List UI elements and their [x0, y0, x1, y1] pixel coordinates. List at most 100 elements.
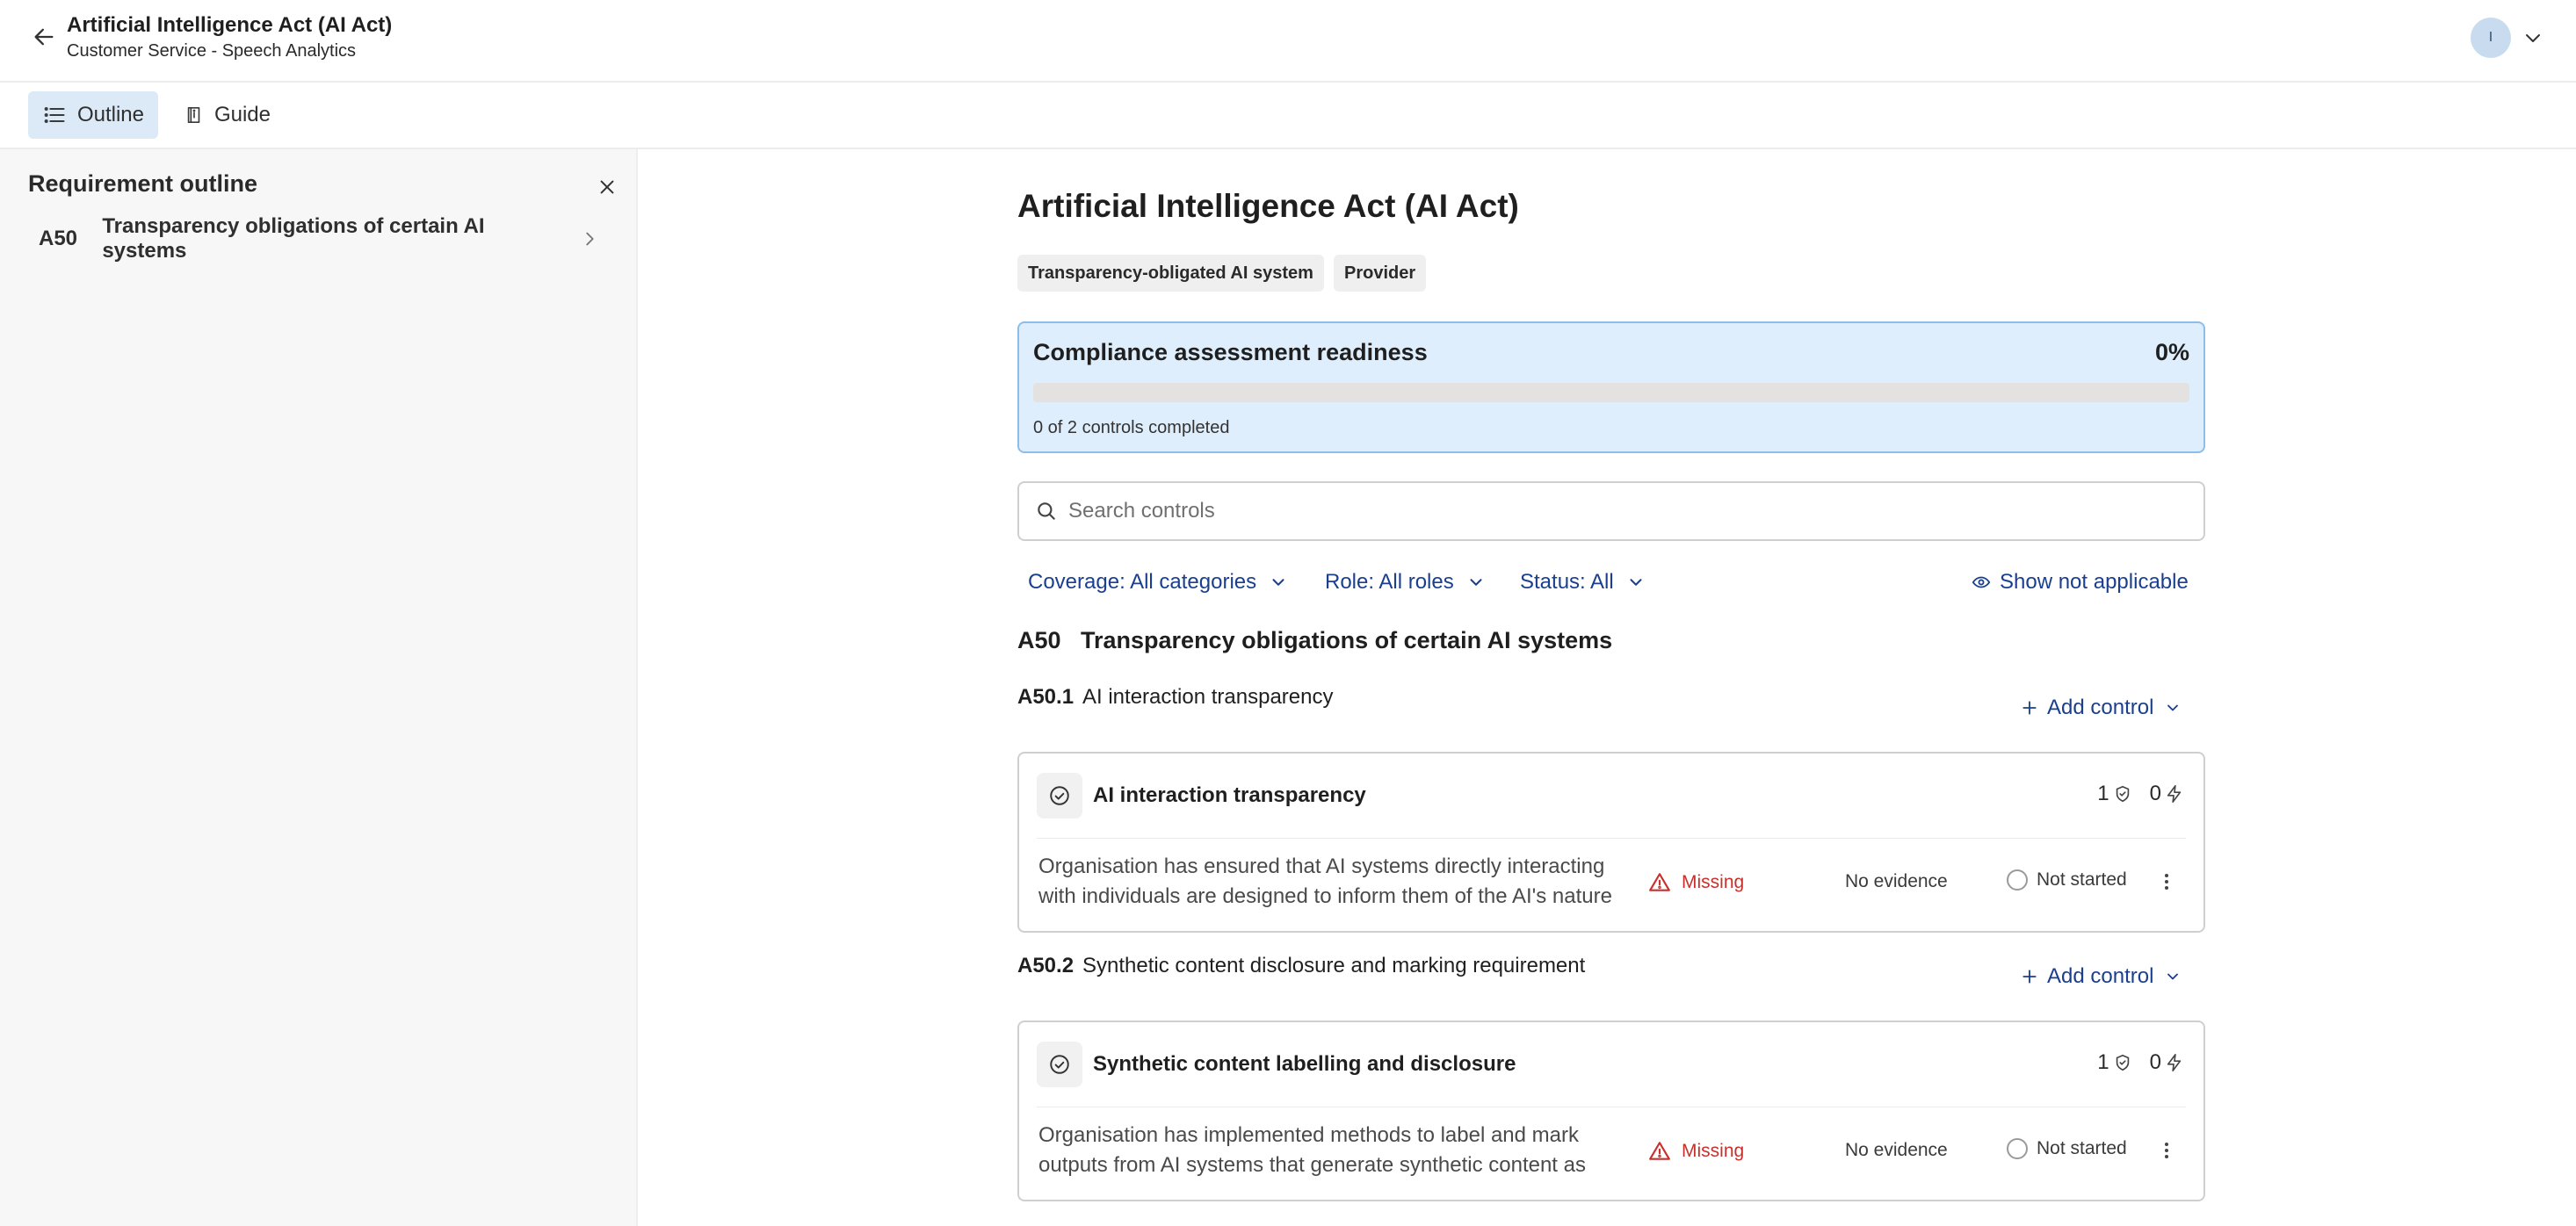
- warning-icon: [1649, 873, 1670, 891]
- control-title: AI interaction transparency: [1093, 783, 1366, 807]
- section-code: A50: [1017, 627, 1061, 653]
- add-control-button[interactable]: Add control: [2021, 690, 2182, 725]
- control-card[interactable]: AI interaction transparency 1 0 Organisa…: [1017, 752, 2205, 933]
- readiness-card: Compliance assessment readiness 0% 0 of …: [1017, 321, 2205, 453]
- add-control-button[interactable]: Add control: [2021, 959, 2182, 994]
- evidence-status: No evidence: [1845, 871, 1948, 891]
- status-filter[interactable]: Status: All: [1520, 562, 1646, 602]
- back-arrow-icon[interactable]: [26, 19, 62, 54]
- role-filter[interactable]: Role: All roles: [1325, 562, 1486, 602]
- eye-icon: [1972, 576, 1991, 588]
- control-stats: 1 0: [2080, 782, 2184, 806]
- show-not-applicable-toggle[interactable]: Show not applicable: [1972, 562, 2189, 602]
- control-description: Organisation has ensured that AI systems…: [1038, 855, 1612, 908]
- evidence-label: Missing: [1682, 872, 1745, 892]
- more-vertical-icon[interactable]: [2153, 864, 2181, 899]
- evidence-status: No evidence: [1845, 1140, 1948, 1160]
- actions-count: 0: [2150, 782, 2184, 806]
- count-a: 1: [2097, 1050, 2109, 1074]
- tab-guide[interactable]: Guide: [170, 91, 285, 139]
- tag-role: Provider: [1334, 255, 1427, 292]
- search-input[interactable]: [1068, 499, 2167, 523]
- actions-count: 0: [2150, 1050, 2184, 1075]
- sidebar-item-label: Transparency obligations of certain AI s…: [102, 214, 485, 263]
- chevron-down-icon: [1630, 579, 1642, 586]
- readiness-title: Compliance assessment readiness: [1033, 339, 1428, 365]
- lightning-icon: [2167, 1054, 2182, 1071]
- subsection-heading: A50.1 AI interaction transparency: [1017, 685, 1333, 710]
- count-a: 1: [2097, 782, 2109, 805]
- close-icon[interactable]: [592, 172, 622, 202]
- check-circle-icon[interactable]: [1037, 773, 1082, 819]
- chevron-down-icon: [2164, 968, 2182, 985]
- warning-icon: [1649, 1142, 1670, 1160]
- search-box: [1017, 481, 2205, 541]
- add-control-label: Add control: [2047, 964, 2154, 988]
- tag-ai-system-type: Transparency-obligated AI system: [1017, 255, 1324, 292]
- status-filter-label: Status: All: [1520, 570, 1614, 594]
- page-title: Artificial Intelligence Act (AI Act): [1017, 188, 1519, 224]
- readiness-progress-bar: [1033, 383, 2189, 402]
- avatar[interactable]: I: [2471, 18, 2511, 58]
- app-title: Artificial Intelligence Act (AI Act): [67, 13, 393, 37]
- subsection-title: AI interaction transparency: [1082, 685, 1334, 709]
- role-filter-label: Role: All roles: [1325, 570, 1454, 594]
- readiness-percent: 0%: [2154, 339, 2189, 365]
- count-b: 0: [2149, 1050, 2161, 1074]
- shield-check-icon: [2116, 785, 2129, 803]
- app-subtitle: Customer Service - Speech Analytics: [67, 41, 357, 61]
- chevron-down-icon: [1470, 579, 1482, 586]
- control-description: Organisation has implemented methods to …: [1038, 1123, 1586, 1177]
- subsection-title: Synthetic content disclosure and marking…: [1082, 954, 1586, 977]
- section-title: Transparency obligations of certain AI s…: [1081, 627, 1613, 653]
- status-label: Not started: [2037, 869, 2127, 890]
- tab-guide-label: Guide: [213, 103, 271, 126]
- requirement-outline-panel: Requirement outline A50 Transparency obl…: [0, 149, 638, 1226]
- title-block: Artificial Intelligence Act (AI Act) Cus…: [67, 12, 392, 63]
- sidebar-item-a50[interactable]: A50 Transparency obligations of certain …: [28, 214, 599, 263]
- show-not-applicable-label: Show not applicable: [2000, 570, 2189, 594]
- search-icon: [1038, 502, 1055, 520]
- shield-check-icon: [2116, 1054, 2129, 1071]
- linked-requirements-count: 1: [2097, 1050, 2131, 1075]
- status-circle-icon: [2007, 1138, 2028, 1159]
- status-badge[interactable]: Not started: [2007, 869, 2127, 891]
- control-stats: 1 0: [2080, 1050, 2184, 1075]
- lightning-icon: [2167, 785, 2182, 803]
- subsection-heading: A50.2 Synthetic content disclosure and m…: [1017, 954, 1585, 978]
- evidence-label: Missing: [1682, 1141, 1745, 1161]
- plus-icon: [2021, 699, 2038, 717]
- check-circle-icon[interactable]: [1037, 1042, 1082, 1087]
- evidence-badge: Missing: [1648, 1140, 1744, 1163]
- control-title: Synthetic content labelling and disclosu…: [1093, 1052, 1516, 1076]
- plus-icon: [2021, 968, 2038, 985]
- add-control-label: Add control: [2047, 696, 2154, 719]
- status-badge[interactable]: Not started: [2007, 1138, 2127, 1159]
- more-vertical-icon[interactable]: [2153, 1133, 2181, 1168]
- chevron-down-icon[interactable]: [2518, 23, 2548, 53]
- chevron-down-icon: [2164, 699, 2182, 717]
- chevron-right-icon: [580, 229, 599, 249]
- top-bar: Artificial Intelligence Act (AI Act) Cus…: [0, 0, 2576, 83]
- tab-outline[interactable]: Outline: [28, 91, 158, 139]
- book-icon: [187, 106, 200, 124]
- count-b: 0: [2149, 782, 2161, 805]
- chevron-down-icon: [1272, 579, 1284, 586]
- status-circle-icon: [2007, 869, 2028, 891]
- linked-requirements-count: 1: [2097, 782, 2131, 806]
- tab-outline-label: Outline: [76, 103, 144, 126]
- subsection-code: A50.1: [1017, 685, 1075, 709]
- evidence-badge: Missing: [1648, 871, 1744, 894]
- subsection-code: A50.2: [1017, 954, 1075, 977]
- control-card[interactable]: Synthetic content labelling and disclosu…: [1017, 1020, 2205, 1201]
- section-heading: A50 Transparency obligations of certain …: [1017, 627, 1612, 654]
- sidebar-title: Requirement outline: [28, 170, 258, 197]
- card-divider: [1037, 838, 2186, 839]
- list-icon: [44, 107, 65, 123]
- status-label: Not started: [2037, 1138, 2127, 1158]
- view-tabs-bar: Outline Guide: [0, 83, 2576, 149]
- coverage-filter-label: Coverage: All categories: [1028, 570, 1257, 594]
- coverage-filter[interactable]: Coverage: All categories: [1028, 562, 1288, 602]
- sidebar-item-code: A50: [39, 227, 78, 250]
- readiness-summary: 0 of 2 controls completed: [1033, 418, 1230, 437]
